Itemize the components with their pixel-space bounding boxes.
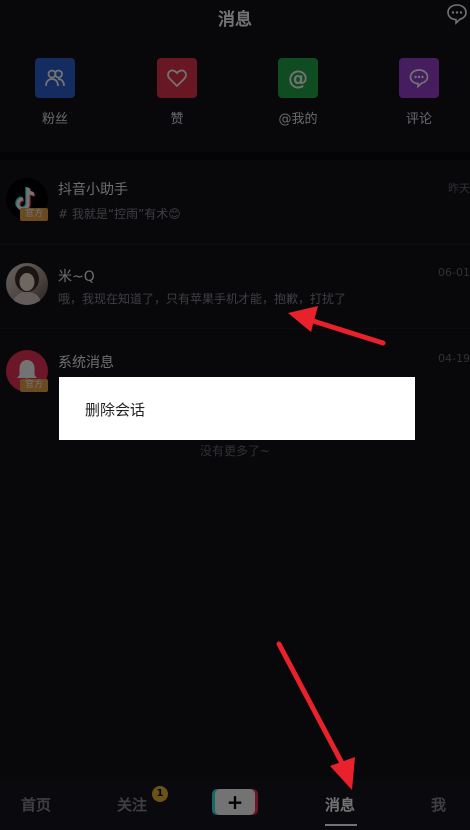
mentions-label: @我的 xyxy=(278,112,318,127)
likes-button[interactable]: 赞 xyxy=(132,58,222,127)
conversation-name: 米~Q xyxy=(58,269,95,285)
user-avatar xyxy=(6,263,48,305)
conversation-preview: # 我就是“控雨”有术😊 xyxy=(58,207,181,221)
header: 消息 xyxy=(0,0,470,34)
conversation-item-miq[interactable]: 米~Q 哦，我现在知道了，只有苹果手机才能，抱歉，打扰了 06-01 xyxy=(0,244,470,329)
no-more-text: 没有更多了~ xyxy=(199,444,271,458)
conversation-name: 抖音小助手 xyxy=(58,182,128,198)
create-button[interactable]: + xyxy=(215,789,255,815)
conversation-preview: 哦，我现在知道了，只有苹果手机才能，抱歉，打扰了 xyxy=(58,292,347,306)
nav-home[interactable]: 首页 xyxy=(21,794,51,815)
fans-icon xyxy=(35,58,75,98)
fans-button[interactable]: 粉丝 xyxy=(10,58,100,127)
conversation-time: 昨天 xyxy=(448,182,470,195)
official-badge: 官方 xyxy=(20,208,48,221)
conversation-name: 系统消息 xyxy=(58,355,114,371)
comments-label: 评论 xyxy=(405,112,432,127)
section-divider xyxy=(0,152,470,160)
heart-icon xyxy=(157,58,197,98)
context-menu: 删除会话 xyxy=(59,377,415,440)
at-icon: @ xyxy=(278,58,318,98)
conversation-time: 06-01 xyxy=(438,266,470,279)
nav-follow[interactable]: 关注 xyxy=(117,794,147,815)
comment-icon xyxy=(399,58,439,98)
fans-label: 粉丝 xyxy=(41,112,68,127)
conversation-time: 04-19 xyxy=(438,352,470,365)
conversation-item-assistant[interactable]: 官方 抖音小助手 # 我就是“控雨”有术😊 昨天 xyxy=(0,160,470,245)
comments-button[interactable]: 评论 xyxy=(374,58,464,127)
quick-actions: 粉丝 赞 @ @我的 评论 xyxy=(0,58,470,138)
mentions-button[interactable]: @ @我的 xyxy=(253,58,343,127)
official-badge: 官方 xyxy=(20,379,48,392)
nav-me[interactable]: 我 xyxy=(431,794,446,815)
likes-label: 赞 xyxy=(170,112,184,127)
delete-conversation-option[interactable]: 删除会话 xyxy=(85,399,145,420)
active-tab-indicator xyxy=(325,824,357,826)
follow-count-badge: 1 xyxy=(152,786,168,802)
nav-messages[interactable]: 消息 xyxy=(325,794,355,815)
page-title: 消息 xyxy=(218,10,252,30)
new-chat-icon[interactable] xyxy=(446,3,468,25)
bottom-nav: 首页 关注 1 + 消息 我 xyxy=(0,780,470,830)
